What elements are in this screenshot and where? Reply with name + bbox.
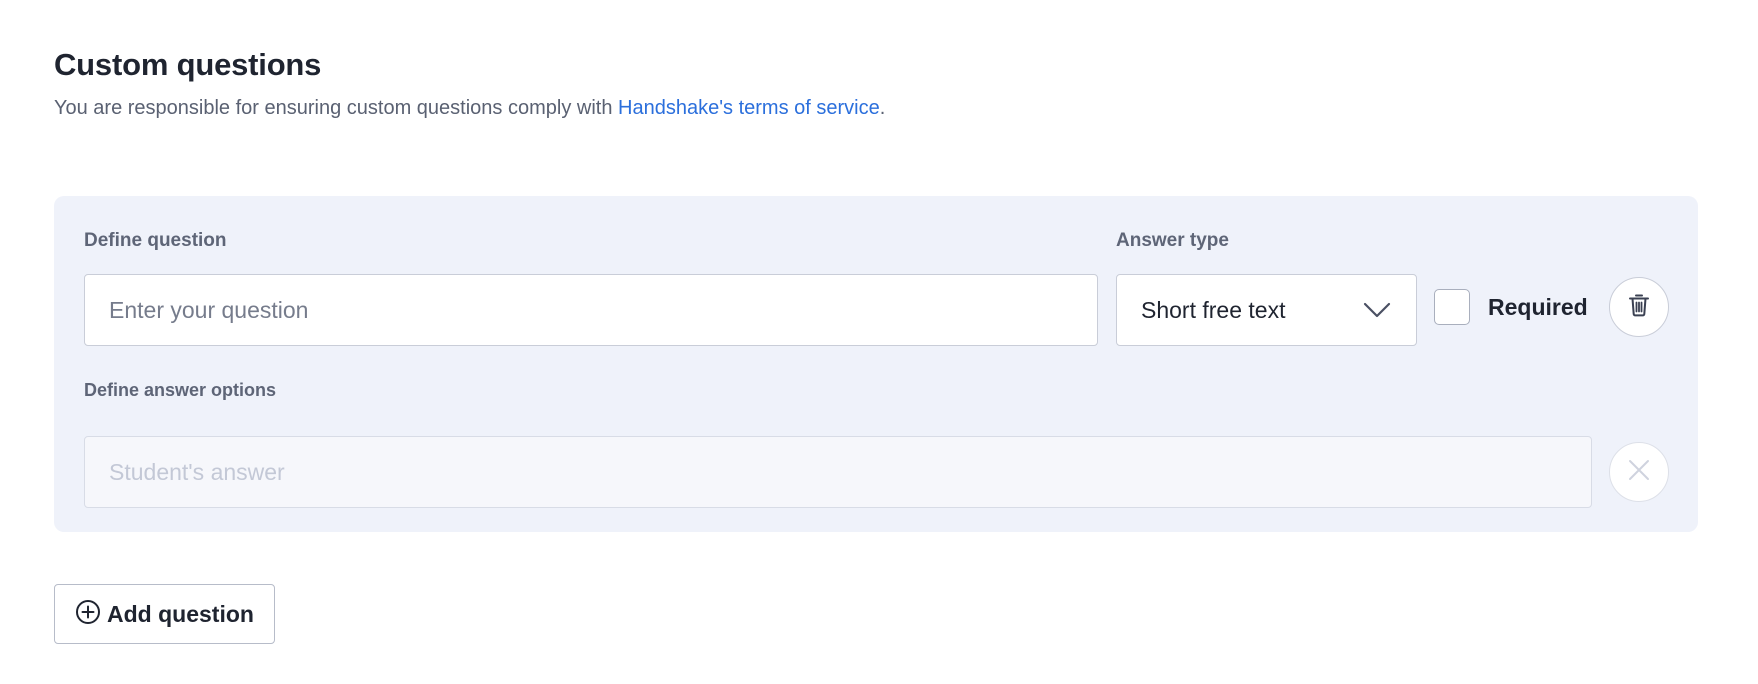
answer-type-select[interactable]: Short free text (1116, 274, 1417, 346)
delete-question-button[interactable] (1609, 277, 1669, 337)
define-question-label: Define question (84, 230, 227, 251)
subtitle-text: You are responsible for ensuring custom … (54, 97, 619, 119)
student-answer-input (84, 436, 1592, 508)
page-subtitle: You are responsible for ensuring custom … (54, 97, 885, 120)
question-input[interactable] (84, 274, 1098, 346)
required-label: Required (1488, 293, 1588, 320)
add-question-button[interactable]: Add question (54, 584, 275, 644)
subtitle-period: . (879, 97, 886, 119)
required-checkbox[interactable] (1434, 289, 1470, 325)
add-question-label: Add question (107, 600, 254, 627)
terms-of-service-link[interactable]: Handshake's terms of service (618, 97, 880, 119)
trash-icon (1628, 293, 1650, 322)
page-title: Custom questions (54, 47, 322, 82)
close-icon (1628, 459, 1650, 486)
custom-questions-page: Custom questions You are responsible for… (0, 0, 1758, 684)
question-card: Define question Answer type Short free t… (54, 196, 1698, 532)
define-answer-options-label: Define answer options (84, 380, 277, 400)
plus-circle-icon (75, 599, 101, 630)
chevron-down-icon (1362, 300, 1392, 320)
answer-type-value: Short free text (1141, 296, 1286, 323)
remove-answer-button[interactable] (1609, 442, 1669, 502)
answer-type-label: Answer type (1116, 230, 1229, 251)
required-toggle[interactable]: Required (1434, 288, 1588, 326)
